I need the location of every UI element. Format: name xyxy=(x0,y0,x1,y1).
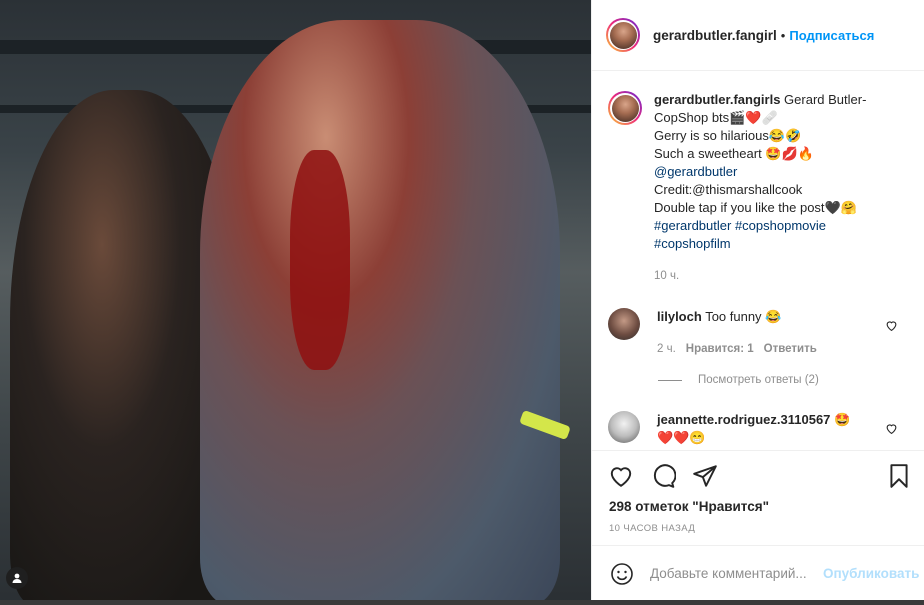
caption-line: Gerard Butler- xyxy=(784,92,867,107)
emoji-smiley-icon[interactable] xyxy=(610,562,634,586)
comments-list[interactable]: gerardbutler.fangirls Gerard Butler- Cop… xyxy=(592,71,924,450)
page-bottom-strip xyxy=(0,600,924,605)
caption-line: CopShop bts🎬❤️🩹 xyxy=(654,110,778,125)
commenter-avatar[interactable] xyxy=(608,308,640,340)
comment-time: 2 ч. xyxy=(657,343,676,355)
commenter-username[interactable]: jeannette.rodriguez.3110567 xyxy=(657,412,830,427)
post-header: gerardbutler.fangirl • Подписаться xyxy=(592,0,924,71)
caption-username[interactable]: gerardbutler.fangirls xyxy=(654,92,780,107)
post-side-panel: gerardbutler.fangirl • Подписаться gerar… xyxy=(591,0,924,600)
caption-line: Gerry is so hilarious😂🤣 xyxy=(654,128,802,143)
post-actions: 298 отметок "Нравится" 10 ЧАСОВ НАЗАД xyxy=(592,450,924,546)
share-send-icon[interactable] xyxy=(692,463,718,489)
add-comment-bar: Добавьте комментарий... Опубликовать xyxy=(592,545,924,601)
comment-text: Too funny 😂 xyxy=(705,309,782,324)
comment-text-line2: ❤️❤️😁 xyxy=(657,430,706,445)
caption-line: Credit:@thismarshallcook xyxy=(654,182,803,197)
likes-count[interactable]: 298 отметок "Нравится" xyxy=(609,499,769,514)
comment-item: lilyloch Too funny 😂 2 ч. Нравится: 1 От… xyxy=(608,308,908,358)
like-heart-icon[interactable] xyxy=(608,463,634,489)
person-right xyxy=(200,20,560,605)
person-icon xyxy=(12,573,22,583)
mention-link[interactable]: @gerardbutler xyxy=(654,163,904,181)
comment-bubble-icon[interactable] xyxy=(650,463,676,489)
follow-button[interactable]: Подписаться xyxy=(789,28,874,43)
reply-button[interactable]: Ответить xyxy=(764,340,817,358)
post-photo[interactable] xyxy=(0,0,591,605)
like-comment-heart-icon[interactable] xyxy=(885,319,898,332)
view-replies-label: Посмотреть ответы (2) xyxy=(698,374,819,386)
save-button[interactable] xyxy=(886,463,912,492)
author-avatar[interactable] xyxy=(606,18,640,52)
like-comment-heart-icon[interactable] xyxy=(885,422,898,435)
caption-time: 10 ч. xyxy=(654,270,680,282)
comment-item: jeannette.rodriguez.3110567 🤩 ❤️❤️😁 xyxy=(608,411,908,447)
publish-button[interactable]: Опубликовать xyxy=(823,566,919,581)
post-time[interactable]: 10 ЧАСОВ НАЗАД xyxy=(609,523,695,534)
caption-line: Such a sweetheart 🤩💋🔥 xyxy=(654,146,814,161)
comment-input[interactable]: Добавьте комментарий... xyxy=(650,566,815,581)
hashtag-links[interactable]: #gerardbutler #copshopmovie xyxy=(654,217,904,235)
bookmark-icon xyxy=(890,464,908,488)
commenter-avatar[interactable] xyxy=(608,411,640,443)
replies-divider xyxy=(658,379,682,381)
post-caption: gerardbutler.fangirls Gerard Butler- Cop… xyxy=(608,91,908,285)
separator-dot: • xyxy=(780,27,786,43)
author-username[interactable]: gerardbutler.fangirl xyxy=(653,28,777,43)
caption-avatar[interactable] xyxy=(608,91,642,125)
user-tag-button[interactable] xyxy=(6,567,28,589)
commenter-username[interactable]: lilyloch xyxy=(657,309,702,324)
hashtag-link[interactable]: #copshopfilm xyxy=(654,235,904,253)
comment-text: 🤩 xyxy=(834,412,851,427)
caption-line: Double tap if you like the post🖤🤗 xyxy=(654,200,857,215)
view-replies-button[interactable]: Посмотреть ответы (2) xyxy=(658,374,819,386)
comment-likes[interactable]: Нравится: 1 xyxy=(686,340,754,358)
stage-blood xyxy=(290,150,350,370)
